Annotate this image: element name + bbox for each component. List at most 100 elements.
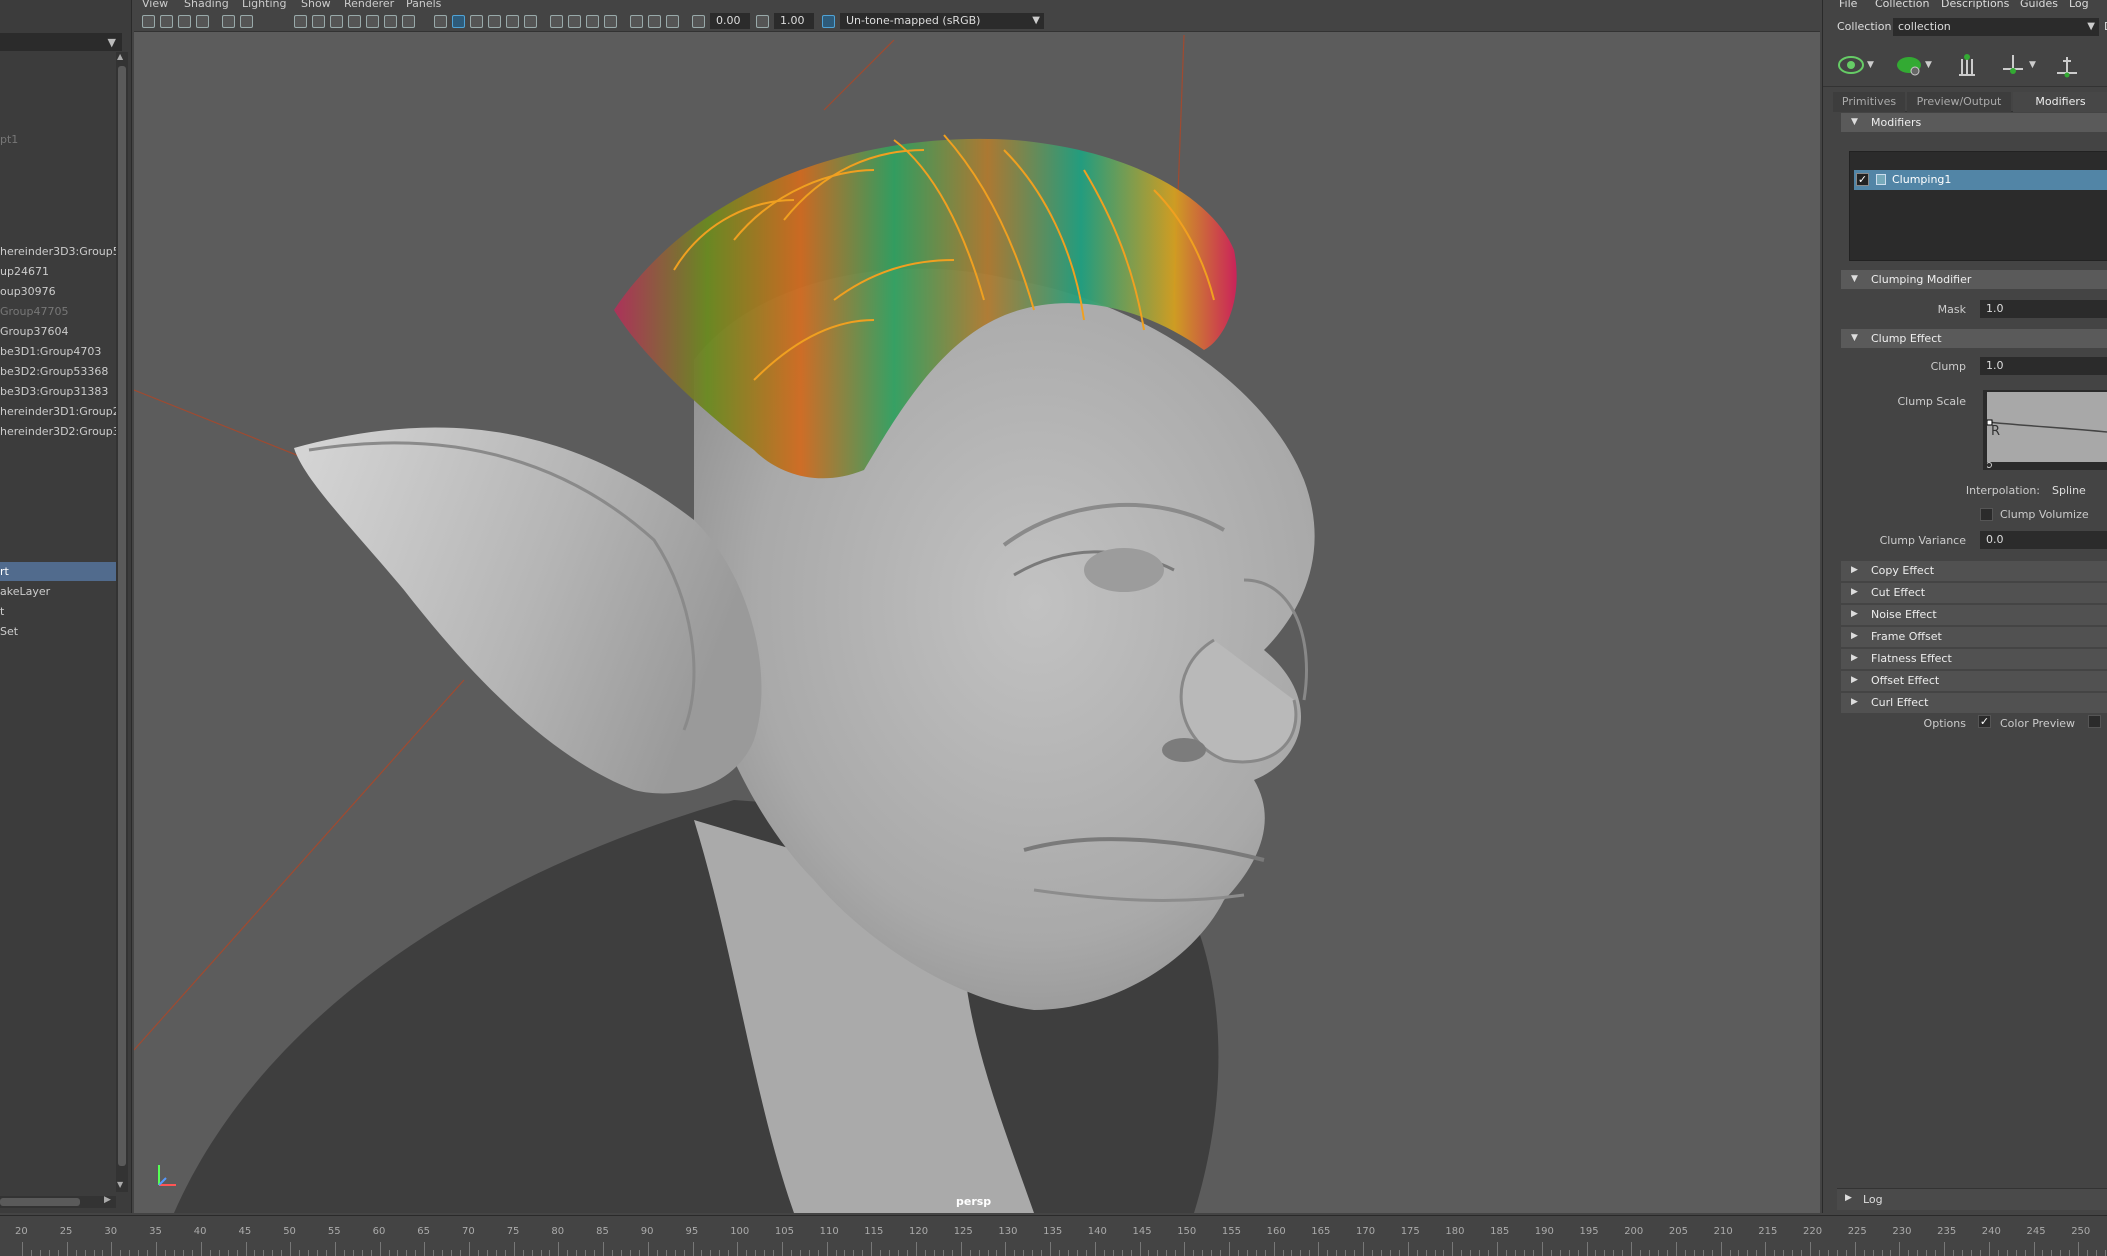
flatness-effect-section-header[interactable]: ▶ Flatness Effect [1841,649,2107,669]
mask-field[interactable]: 1.0 [1980,300,2107,318]
use-all-lights-icon[interactable] [506,15,519,28]
menu-lighting[interactable]: Lighting [242,0,286,10]
wireframe-icon[interactable] [434,15,447,28]
scroll-up-icon[interactable]: ▲ [117,52,123,61]
chevron-down-icon[interactable]: ▼ [1925,60,1932,70]
shadows-icon[interactable] [524,15,537,28]
scrollbar-thumb[interactable] [0,1198,80,1206]
outliner-item[interactable]: rt [0,562,118,581]
outliner-item[interactable]: Group37604 [0,322,118,341]
grooming-tools-icon[interactable] [1953,51,1981,79]
ambient-occlusion-icon[interactable] [550,15,563,28]
scroll-down-icon[interactable]: ▼ [117,1180,123,1189]
shaded-wireframe-icon[interactable] [470,15,483,28]
menu-collection[interactable]: Collection [1875,0,1929,10]
curl-effect-section-header[interactable]: ▶ Curl Effect [1841,693,2107,713]
menu-shading[interactable]: Shading [184,0,229,10]
clump-field[interactable]: 1.0 [1980,357,2107,375]
clump-volumize-checkbox[interactable] [1980,508,1993,521]
tab-primitives[interactable]: Primitives [1833,92,1905,112]
tab-modifiers[interactable]: Modifiers [2013,92,2107,112]
outliner-item[interactable]: pt1 [0,130,118,149]
outliner-item[interactable]: be3D1:Group4703 [0,342,118,361]
menu-panels[interactable]: Panels [406,0,441,10]
outliner-item[interactable]: up24671 [0,262,118,281]
image-plane-icon[interactable] [196,15,209,28]
clump-scale-ramp[interactable]: R [1983,390,2107,470]
isolate-select-icon[interactable] [630,15,643,28]
outliner-item[interactable]: t [0,602,118,621]
exposure-icon[interactable] [692,15,705,28]
color-preview-swatch[interactable] [2088,715,2101,728]
menu-guides[interactable]: Guides [2020,0,2058,10]
gamma-field[interactable]: 1.00 [774,13,814,29]
viewport-panel[interactable]: View Shading Lighting Show Renderer Pane… [134,0,1820,1213]
outliner-item[interactable]: Group47705 [0,302,118,321]
depth-of-field-icon[interactable] [604,15,617,28]
resolution-gate-icon[interactable] [330,15,343,28]
modifier-item-clumping1[interactable]: ✓ Clumping1 [1854,170,2107,190]
tab-preview-output[interactable]: Preview/Output [1907,92,2011,112]
outliner-filter[interactable]: ▼ [0,33,122,51]
modifiers-section-header[interactable]: ▼ Modifiers [1841,113,2107,132]
scene-render[interactable] [134,0,1820,1213]
outliner-item[interactable]: be3D2:Group53368 [0,362,118,381]
field-chart-icon[interactable] [366,15,379,28]
color-management-icon[interactable] [822,15,835,28]
grease-pencil-icon[interactable] [240,15,253,28]
menu-log[interactable]: Log [2069,0,2089,10]
menu-show[interactable]: Show [301,0,331,10]
xray-joints-icon[interactable] [666,15,679,28]
chevron-down-icon[interactable]: ▼ [2029,60,2036,70]
anti-aliasing-icon[interactable] [586,15,599,28]
scroll-right-icon[interactable]: ▶ [104,1195,111,1205]
scrollbar-thumb[interactable] [118,66,126,1166]
clump-effect-section-header[interactable]: ▼ Clump Effect [1841,329,2107,348]
camera-attributes-icon[interactable] [160,15,173,28]
outliner-item[interactable]: be3D3:Group31383 [0,382,118,401]
outliner-item[interactable]: hereinder3D2:Group37 [0,422,118,441]
motion-blur-icon[interactable] [568,15,581,28]
view-transform-dropdown[interactable]: Un-tone-mapped (sRGB) ▼ [840,13,1044,29]
safe-action-icon[interactable] [384,15,397,28]
camera-icon[interactable] [142,15,155,28]
add-guide-icon[interactable] [1999,51,2027,79]
menu-file[interactable]: File [1839,0,1857,10]
chevron-down-icon[interactable]: ▼ [1867,60,1874,70]
interpolation-dropdown[interactable]: Spline [2052,484,2094,497]
create-description-icon[interactable] [1895,51,1923,79]
bookmark-icon[interactable] [178,15,191,28]
clumping-modifier-section-header[interactable]: ▼ Clumping Modifier [1841,270,2107,289]
gate-mask-icon[interactable] [348,15,361,28]
smooth-shade-icon[interactable] [452,15,465,28]
eye-icon[interactable] [1837,51,1865,79]
safe-title-icon[interactable] [402,15,415,28]
copy-effect-section-header[interactable]: ▶ Copy Effect [1841,561,2107,581]
menu-renderer[interactable]: Renderer [344,0,394,10]
gamma-icon[interactable] [756,15,769,28]
xray-icon[interactable] [648,15,661,28]
log-section-header[interactable]: ▶ Log [1837,1188,2107,1210]
exposure-field[interactable]: 0.00 [710,13,750,29]
outliner-vertical-scrollbar[interactable]: ▲ ▼ [116,52,128,1192]
outliner-item[interactable]: hereinder3D1:Group24 [0,402,118,421]
modifier-enable-checkbox[interactable]: ✓ [1856,173,1869,186]
color-preview-checkbox[interactable]: ✓ [1978,715,1991,728]
collection-dropdown[interactable]: collection ▼ [1893,18,2099,36]
outliner-item[interactable]: hereinder3D3:Group51 [0,242,118,261]
guide-tool-icon[interactable] [2053,51,2081,79]
textured-icon[interactable] [488,15,501,28]
grid-icon[interactable] [294,15,307,28]
frame-offset-section-header[interactable]: ▶ Frame Offset [1841,627,2107,647]
clump-variance-field[interactable]: 0.0 [1980,531,2107,549]
menu-view[interactable]: View [142,0,168,10]
time-slider[interactable]: 20 25 30 35 40 45 50 55 60 65 70 75 80 85 90 95 100 105 11… [0,1215,2107,1256]
chevron-down-icon[interactable]: ▼ [108,36,116,49]
cut-effect-section-header[interactable]: ▶ Cut Effect [1841,583,2107,603]
2d-pan-icon[interactable] [222,15,235,28]
menu-descriptions[interactable]: Descriptions [1941,0,2009,10]
outliner-item[interactable]: oup30976 [0,282,118,301]
outliner-item[interactable]: akeLayer [0,582,118,601]
noise-effect-section-header[interactable]: ▶ Noise Effect [1841,605,2107,625]
offset-effect-section-header[interactable]: ▶ Offset Effect [1841,671,2107,691]
